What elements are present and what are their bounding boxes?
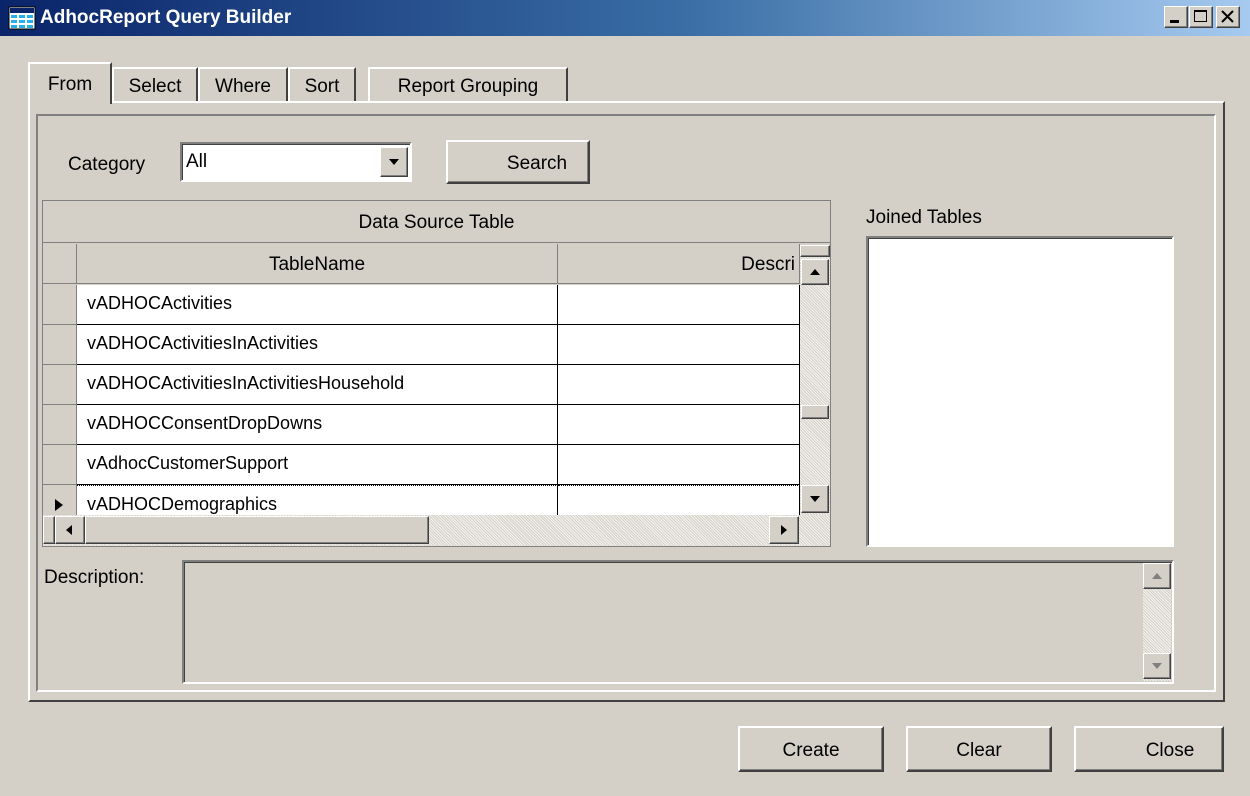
tab-select[interactable]: Select [112, 67, 198, 103]
window-title: AdhocReport Query Builder [40, 7, 292, 28]
scroll-up-button[interactable] [801, 259, 829, 285]
table-row[interactable]: vAdhocCustomerSupport [43, 445, 800, 485]
cell-tablename[interactable]: vADHOCActivitiesInActivities [77, 325, 558, 365]
tab-label: Where [215, 76, 271, 97]
create-button-label: Create [782, 740, 840, 761]
maximize-button[interactable] [1189, 6, 1213, 28]
joined-tables-label: Joined Tables [866, 207, 982, 228]
column-header-tablename[interactable]: TableName [77, 244, 558, 284]
search-button[interactable]: Search [446, 140, 590, 184]
table-row[interactable]: vADHOCActivities [43, 285, 800, 325]
arrow-right-icon [781, 525, 787, 535]
row-selector[interactable] [43, 285, 77, 325]
vertical-scroll-thumb[interactable] [801, 405, 829, 419]
horizontal-scroll-left-edge [43, 516, 55, 544]
arrow-up-icon [1152, 573, 1162, 579]
cell-description[interactable] [558, 285, 800, 325]
table-row[interactable]: vADHOCConsentDropDowns [43, 405, 800, 445]
tab-label: From [47, 74, 93, 95]
current-row-arrow-icon [55, 499, 63, 511]
description-scroll-down-button[interactable] [1143, 653, 1171, 679]
row-selector[interactable] [43, 365, 77, 405]
tab-label: Sort [304, 76, 340, 97]
scroll-down-button[interactable] [801, 485, 829, 513]
maximize-icon [1194, 10, 1207, 22]
column-header-description[interactable]: Descri [558, 244, 800, 284]
description-scrollbar[interactable] [1143, 563, 1171, 681]
tab-from[interactable]: From [28, 62, 112, 104]
joined-tables-list[interactable] [866, 236, 1174, 547]
grid-caption: Data Source Table [43, 201, 830, 243]
row-selector[interactable] [43, 325, 77, 365]
arrow-up-icon [810, 269, 820, 275]
tab-label: Select [128, 76, 182, 97]
cell-description[interactable] [558, 325, 800, 365]
description-field[interactable] [182, 560, 1174, 684]
description-label: Description: [44, 567, 145, 588]
table-row[interactable]: vADHOCActivitiesInActivitiesHousehold [43, 365, 800, 405]
arrow-down-icon [810, 496, 820, 502]
cell-tablename[interactable]: vADHOCConsentDropDowns [77, 405, 558, 445]
grid-horizontal-scrollbar[interactable] [43, 515, 830, 546]
cell-description[interactable] [558, 365, 800, 405]
grid-rows: vADHOCActivities vADHOCActivitiesInActiv… [43, 285, 800, 525]
dropdown-arrow-button[interactable] [380, 147, 408, 177]
category-label: Category [68, 154, 146, 175]
description-scroll-up-button[interactable] [1143, 563, 1171, 589]
arrow-left-icon [66, 525, 72, 535]
clear-button[interactable]: Clear [906, 726, 1052, 772]
close-dialog-button[interactable]: Close [1074, 726, 1224, 772]
category-dropdown[interactable]: All [180, 142, 412, 182]
chevron-down-icon [389, 159, 399, 165]
row-selector[interactable] [43, 445, 77, 485]
clear-button-label: Clear [956, 740, 1002, 761]
title-bar: AdhocReport Query Builder [0, 0, 1250, 36]
column-header-label: TableName [268, 254, 366, 275]
grid-vertical-scrollbar[interactable] [800, 245, 830, 515]
vertical-scroll-top-thumb[interactable] [800, 245, 830, 257]
close-button[interactable] [1216, 6, 1240, 28]
scroll-right-button[interactable] [769, 516, 799, 544]
category-value: All [186, 151, 208, 172]
cell-tablename[interactable]: vADHOCActivitiesInActivitiesHousehold [77, 365, 558, 405]
cell-description[interactable] [558, 405, 800, 445]
scroll-left-button[interactable] [55, 516, 85, 544]
row-selector[interactable] [43, 405, 77, 445]
tab-sort[interactable]: Sort [288, 67, 356, 103]
tab-where[interactable]: Where [198, 67, 288, 103]
tab-label: Report Grouping [397, 76, 539, 97]
close-icon [1221, 10, 1234, 23]
cell-description[interactable] [558, 445, 800, 485]
row-selector-header [43, 244, 77, 284]
minimize-button[interactable] [1164, 6, 1188, 28]
column-header-label: Descri [741, 254, 795, 275]
app-icon [8, 6, 36, 30]
cell-tablename[interactable]: vADHOCActivities [77, 285, 558, 325]
minimize-icon [1170, 20, 1179, 23]
cell-tablename[interactable]: vAdhocCustomerSupport [77, 445, 558, 485]
tab-report-grouping[interactable]: Report Grouping [368, 67, 568, 103]
close-button-label: Close [1145, 740, 1195, 761]
data-source-grid[interactable]: Data Source Table TableName Descri vADHO… [42, 200, 831, 547]
table-row[interactable]: vADHOCActivitiesInActivities [43, 325, 800, 365]
create-button[interactable]: Create [738, 726, 884, 772]
arrow-down-icon [1152, 663, 1162, 669]
horizontal-scroll-thumb[interactable] [85, 516, 429, 544]
search-button-label: Search [506, 153, 568, 174]
